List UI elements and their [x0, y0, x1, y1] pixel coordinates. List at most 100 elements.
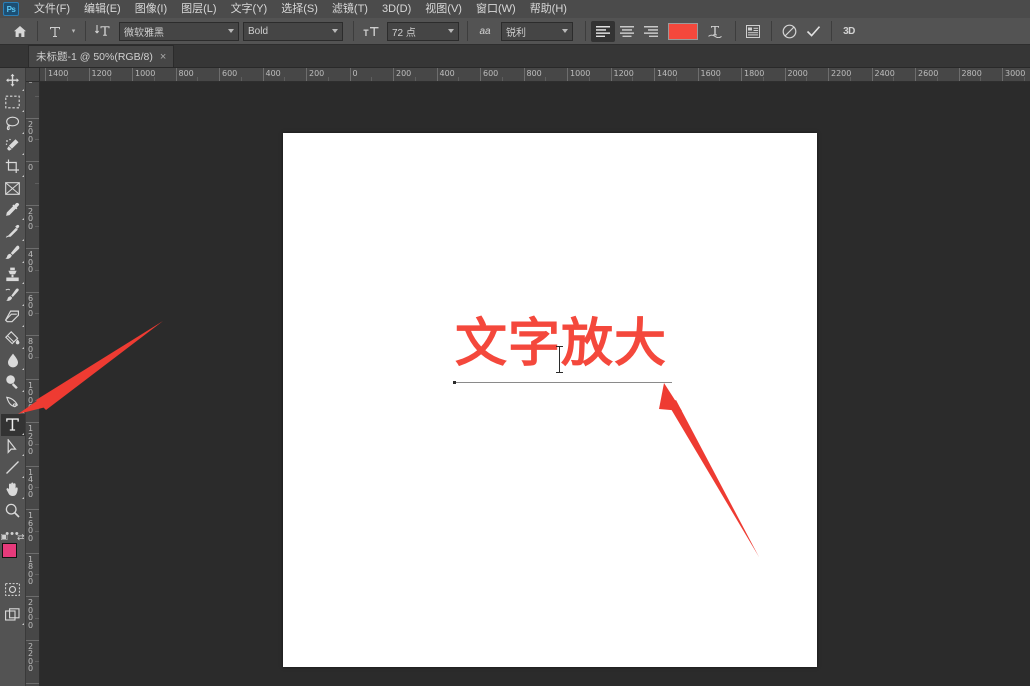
ruler-tick	[26, 117, 39, 119]
menu-item-image[interactable]: 图像(I)	[128, 0, 174, 18]
ruler-tick	[523, 68, 525, 81]
brush-tool[interactable]	[1, 242, 25, 264]
flyout-indicator	[21, 260, 24, 263]
move-tool[interactable]	[1, 70, 25, 92]
photoshop-window: Ps 文件(F) 编辑(E) 图像(I) 图层(L) 文字(Y) 选择(S) 滤…	[0, 0, 1030, 686]
history-brush-tool[interactable]	[1, 285, 25, 307]
quick-mask-toggle[interactable]	[1, 579, 25, 601]
ruler-tick	[741, 68, 742, 81]
flyout-indicator	[21, 368, 24, 370]
tool-preset-chevron-icon[interactable]: ▾	[67, 21, 80, 42]
healing-brush-tool[interactable]	[1, 221, 25, 243]
ruler-tick-minor	[284, 77, 286, 81]
text-color-swatch[interactable]	[668, 22, 698, 40]
ruler-tick	[45, 68, 46, 81]
screen-mode-toggle[interactable]	[1, 604, 25, 626]
3d-mode-label: 3D	[843, 25, 855, 37]
menu-item-layer[interactable]: 图层(L)	[174, 0, 223, 18]
ruler-tick	[262, 68, 264, 81]
3d-mode-button[interactable]: 3D	[837, 21, 861, 42]
menu-item-type[interactable]: 文字(Y)	[224, 0, 275, 18]
ruler-label: 1600	[700, 69, 721, 78]
ruler-tick	[871, 68, 873, 81]
vertical-ruler[interactable]: 0200020040060080010001200140016001800200…	[26, 82, 40, 686]
ruler-label: 200	[309, 69, 325, 78]
ruler-tick	[26, 378, 39, 380]
ruler-tick-minor	[501, 77, 503, 81]
ruler-tick	[958, 68, 960, 81]
ruler-tick	[393, 68, 394, 81]
font-size-select[interactable]: 72 点	[387, 21, 459, 41]
marquee-tool[interactable]	[1, 92, 25, 114]
path-selection-tool[interactable]	[1, 436, 25, 458]
menu-item-edit[interactable]: 编辑(E)	[77, 0, 128, 18]
font-style-select[interactable]: Bold	[243, 21, 343, 41]
menu-item-help[interactable]: 帮助(H)	[523, 0, 574, 18]
ruler-tick	[915, 68, 916, 81]
hand-tool[interactable]	[1, 479, 25, 501]
flyout-indicator	[21, 454, 24, 456]
font-family-select[interactable]: 微软雅黑	[119, 21, 239, 41]
blur-tool[interactable]	[1, 350, 25, 372]
ruler-label: 1200	[91, 69, 112, 78]
chevron-down-icon	[228, 29, 234, 33]
close-icon[interactable]: ×	[160, 51, 166, 63]
frame-tool[interactable]	[1, 178, 25, 200]
ruler-tick-minor	[327, 77, 329, 81]
default-colors-icon[interactable]: ▣	[1, 532, 9, 541]
shape-line-tool[interactable]	[1, 457, 25, 479]
crop-tool[interactable]	[1, 156, 25, 178]
text-layer-content[interactable]: 文字放大	[455, 318, 667, 370]
menu-item-filter[interactable]: 滤镜(T)	[325, 0, 375, 18]
menu-item-select[interactable]: 选择(S)	[274, 0, 325, 18]
ruler-origin-corner[interactable]	[26, 68, 40, 82]
lasso-tool[interactable]	[1, 113, 25, 135]
flyout-indicator	[21, 411, 24, 413]
cancel-edit-icon[interactable]	[777, 21, 801, 42]
artboard[interactable]: 文字放大	[283, 133, 817, 667]
ruler-label: 2800	[961, 69, 982, 78]
ruler-label: 1200	[28, 424, 34, 456]
document-tab[interactable]: 未标题-1 @ 50%(RGB/8) ×	[28, 45, 175, 67]
text-baseline-guide	[453, 381, 672, 384]
antialias-select[interactable]: 锐利	[501, 21, 573, 41]
type-tool-preset-icon[interactable]	[43, 21, 67, 42]
color-swatches[interactable]: ▣ ⇄	[1, 532, 25, 573]
menu-item-file[interactable]: 文件(F)	[27, 0, 77, 18]
align-right-icon[interactable]	[639, 21, 663, 42]
text-cursor-icon	[556, 346, 563, 373]
canvas-area[interactable]: 文字放大	[40, 82, 1030, 686]
baseline-handle-left[interactable]	[453, 381, 456, 384]
menu-item-3d[interactable]: 3D(D)	[375, 0, 418, 18]
quick-selection-tool[interactable]	[1, 135, 25, 157]
chevron-down-icon	[332, 29, 338, 33]
character-paragraph-panels-icon[interactable]	[741, 21, 765, 42]
align-center-icon[interactable]	[615, 21, 639, 42]
text-orientation-icon[interactable]	[91, 21, 115, 42]
menu-item-window[interactable]: 窗口(W)	[469, 0, 523, 18]
ruler-label: 2200	[831, 69, 852, 78]
ruler-label: 1000	[570, 69, 591, 78]
ruler-tick	[654, 68, 655, 81]
type-tool[interactable]	[0, 414, 25, 436]
font-style-value: Bold	[248, 25, 269, 37]
swap-colors-icon[interactable]: ⇄	[17, 532, 25, 543]
eraser-tool[interactable]	[1, 307, 25, 329]
gradient-tool[interactable]	[1, 328, 25, 350]
foreground-color-swatch[interactable]	[1, 542, 17, 558]
antialias-value: 锐利	[506, 27, 526, 39]
align-left-icon[interactable]	[591, 20, 615, 42]
ruler-tick	[697, 68, 699, 81]
pen-tool[interactable]	[1, 393, 25, 415]
commit-edit-icon[interactable]	[801, 21, 825, 42]
zoom-tool[interactable]	[1, 500, 25, 522]
dodge-tool[interactable]	[1, 371, 25, 393]
menu-item-view[interactable]: 视图(V)	[418, 0, 469, 18]
eyedropper-tool[interactable]	[1, 199, 25, 221]
tools-panel: ••• ▣ ⇄	[0, 68, 26, 686]
ruler-tick	[306, 68, 307, 81]
horizontal-ruler[interactable]: 1400 1200 1000 800 600 400 200 0 200 400 600 800 100…	[40, 68, 1030, 82]
warp-text-icon[interactable]	[703, 21, 727, 42]
clone-stamp-tool[interactable]	[1, 264, 25, 286]
home-icon[interactable]	[8, 21, 32, 42]
